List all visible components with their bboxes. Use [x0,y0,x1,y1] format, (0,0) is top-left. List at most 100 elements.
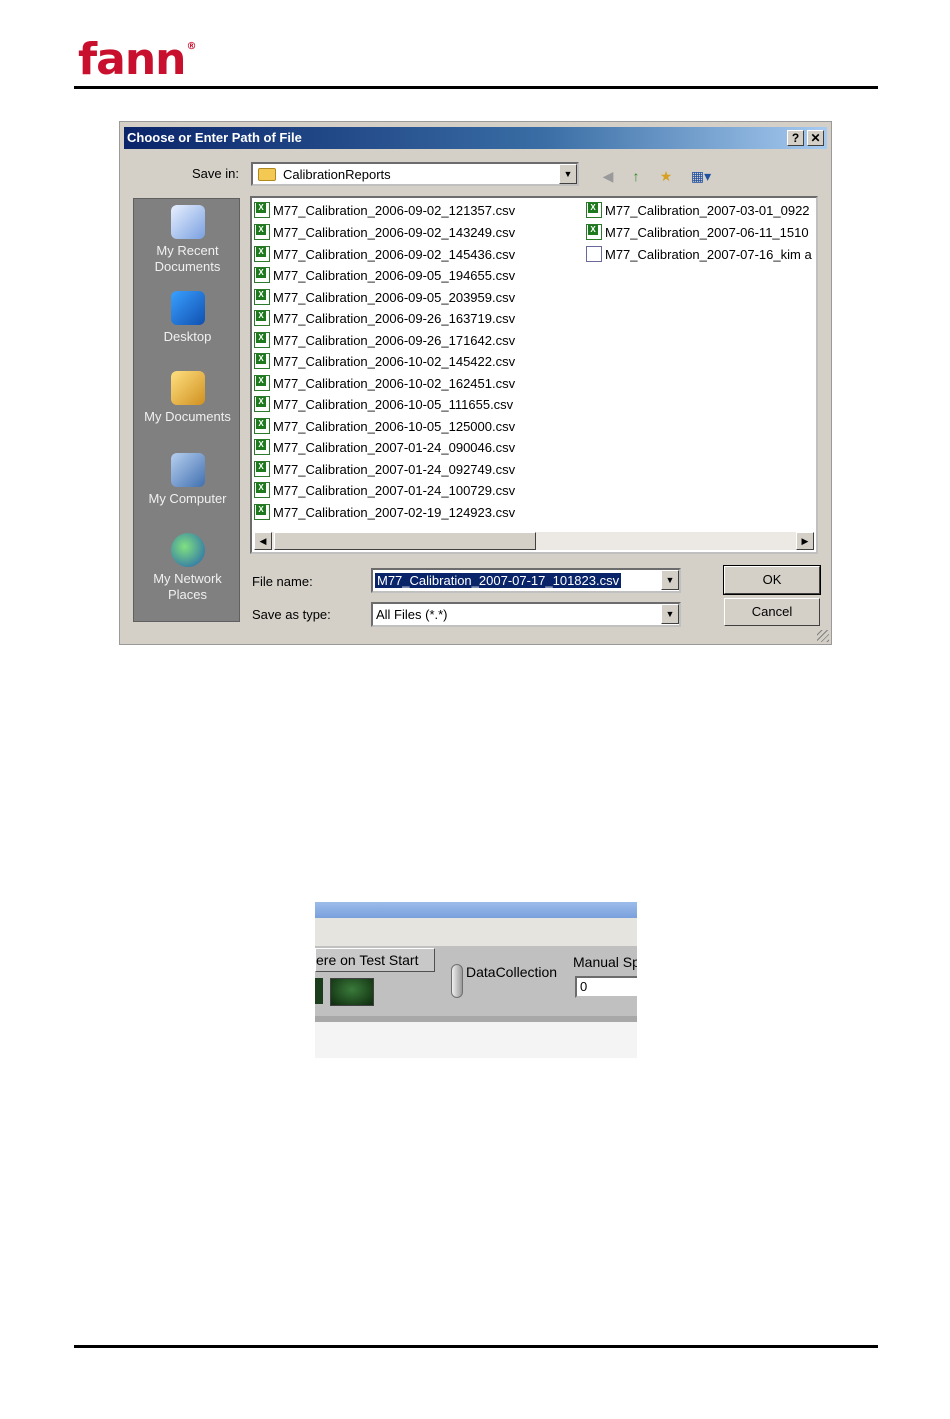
place-label: Desktop [163,329,212,344]
file-name: M77_Calibration_2006-10-05_111655.csv [273,397,514,412]
fann-logo: fann® [78,38,196,82]
place-my-computer[interactable]: My Computer [134,453,241,507]
file-item[interactable]: M77_Calibration_2006-09-02_143249.csv [254,224,515,244]
file-item[interactable]: M77_Calibration_2006-10-02_162451.csv [254,375,515,395]
file-item[interactable]: M77_Calibration_2007-02-19_124923.csv [254,504,515,524]
save-in-value: CalibrationReports [283,167,391,182]
file-item[interactable]: M77_Calibration_2007-06-11_1510 [586,224,809,244]
folder-icon [258,168,276,181]
chevron-down-icon[interactable]: ▼ [661,570,679,590]
scroll-right-icon[interactable]: ▶ [796,532,814,550]
view-menu-icon[interactable]: ▦▾ [686,167,716,185]
close-button[interactable]: ✕ [807,130,824,146]
panel-toolbar [315,918,637,946]
excel-file-icon [254,396,270,412]
file-name: M77_Calibration_2007-06-11_1510 [605,225,809,240]
file-item[interactable]: M77_Calibration_2006-09-02_121357.csv [254,202,515,222]
file-name-label: File name: [252,574,313,589]
dialog-title: Choose or Enter Path of File [127,130,302,145]
file-name: M77_Calibration_2007-01-24_092749.csv [273,462,516,477]
excel-file-icon [254,504,270,520]
recent-documents-icon [170,205,205,239]
excel-file-icon [254,375,270,391]
header-rule [74,86,878,89]
file-item[interactable]: M77_Calibration_2006-09-26_163719.csv [254,310,515,330]
file-name: M77_Calibration_2007-07-16_kim a [605,247,812,262]
help-button[interactable]: ? [787,130,804,146]
cancel-button[interactable]: Cancel [724,598,820,626]
file-item[interactable]: M77_Calibration_2006-10-02_145422.csv [254,353,515,373]
network-places-icon [170,533,205,567]
horizontal-scrollbar[interactable]: ◀ ▶ [254,532,814,550]
file-item[interactable]: M77_Calibration_2007-01-24_092749.csv [254,461,515,481]
file-item[interactable]: M77_Calibration_2007-01-24_090046.csv [254,439,515,459]
file-name: M77_Calibration_2006-10-02_162451.csv [273,376,516,391]
place-my-recent-documents[interactable]: My Recent Documents [134,205,241,275]
save-in-combo[interactable]: CalibrationReports ▼ [251,162,579,186]
place-label: My Computer [148,491,227,506]
file-name: M77_Calibration_2006-10-02_145422.csv [273,354,516,369]
place-my-documents[interactable]: My Documents [134,371,241,425]
file-item[interactable]: M77_Calibration_2006-09-05_194655.csv [254,267,515,287]
panel-titlebar [315,902,637,918]
document-file-icon [586,246,602,262]
file-item[interactable]: M77_Calibration_2007-07-16_kim a [586,246,812,266]
place-my-network-places[interactable]: My Network Places [134,533,241,603]
toggle-switch-icon[interactable] [451,964,463,998]
chevron-down-icon[interactable]: ▼ [661,604,679,624]
file-name: M77_Calibration_2006-09-02_143249.csv [273,225,516,240]
file-item[interactable]: M77_Calibration_2007-03-01_0922 [586,202,810,222]
excel-file-icon [254,482,270,498]
dialog-titlebar: Choose or Enter Path of File ? ✕ [124,127,827,149]
excel-file-icon [586,202,602,218]
file-name: M77_Calibration_2006-09-02_121357.csv [273,203,516,218]
new-folder-icon[interactable]: ★ [656,167,676,185]
place-label: My Recent Documents [154,243,221,274]
save-type-label: Save as type: [252,607,331,622]
file-name: M77_Calibration_2007-01-24_090046.csv [273,440,516,455]
file-item[interactable]: M77_Calibration_2007-01-24_100729.csv [254,482,515,502]
chevron-down-icon[interactable]: ▼ [559,164,577,184]
file-item[interactable]: M77_Calibration_2006-09-26_171642.csv [254,332,515,352]
save-in-label: Save in: [192,166,239,181]
my-computer-icon [170,453,205,487]
file-name: M77_Calibration_2006-09-26_171642.csv [273,333,516,348]
place-label: My Network Places [153,571,222,602]
file-item[interactable]: M77_Calibration_2006-09-02_145436.csv [254,246,515,266]
ok-button[interactable]: OK [723,565,821,595]
places-bar: My Recent Documents Desktop My Documents… [133,198,240,622]
file-item[interactable]: M77_Calibration_2006-09-05_203959.csv [254,289,515,309]
save-type-value: All Files (*.*) [376,607,448,622]
indicator-led-green [330,978,374,1006]
file-item[interactable]: M77_Calibration_2006-10-05_125000.csv [254,418,515,438]
up-folder-icon[interactable]: ↑ [626,167,646,185]
file-item[interactable]: M77_Calibration_2006-10-05_111655.csv [254,396,513,416]
file-list: M77_Calibration_2006-09-02_121357.csv M7… [250,196,818,554]
excel-file-icon [586,224,602,240]
desktop-icon [170,291,205,325]
test-start-button[interactable]: ere on Test Start [315,948,435,972]
resize-grip-icon[interactable] [817,630,829,642]
back-icon[interactable]: ◀ [598,167,618,185]
file-name-input[interactable]: M77_Calibration_2007-07-17_101823.csv ▼ [371,568,681,593]
excel-file-icon [254,418,270,434]
data-collection-label: DataCollection [466,964,558,980]
scroll-thumb[interactable] [274,532,536,550]
file-name: M77_Calibration_2006-09-05_203959.csv [273,290,516,305]
file-name: M77_Calibration_2006-10-05_125000.csv [273,419,516,434]
place-desktop[interactable]: Desktop [134,291,241,345]
control-panel-screenshot: ere on Test Start DataCollection Manual … [315,902,637,1058]
excel-file-icon [254,310,270,326]
registered-mark: ® [186,41,196,52]
file-name: M77_Calibration_2006-09-26_163719.csv [273,311,516,326]
excel-file-icon [254,246,270,262]
manual-speed-input[interactable]: 0 [575,976,637,998]
file-name-value: M77_Calibration_2007-07-17_101823.csv [375,573,622,588]
excel-file-icon [254,353,270,369]
save-type-select[interactable]: All Files (*.*) ▼ [371,602,681,627]
excel-file-icon [254,332,270,348]
excel-file-icon [254,202,270,218]
file-name: M77_Calibration_2007-03-01_0922 [605,203,810,218]
scroll-left-icon[interactable]: ◀ [254,532,272,550]
excel-file-icon [254,461,270,477]
